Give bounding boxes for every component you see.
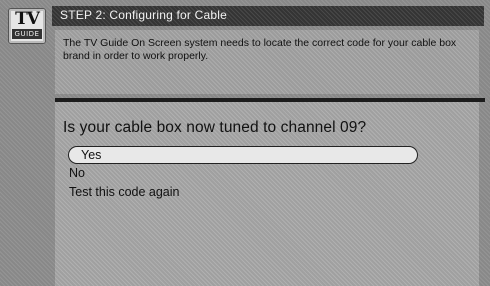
option-yes[interactable]: Yes [68,146,418,164]
info-text: The TV Guide On Screen system needs to l… [63,37,457,62]
question-text: Is your cable box now tuned to channel 0… [63,119,367,136]
logo-guide-text: GUIDE [12,29,42,39]
info-panel: The TV Guide On Screen system needs to l… [55,30,479,94]
logo-tv-text: TV [15,9,40,29]
tv-guide-logo: TV GUIDE [8,8,46,44]
tv-guide-setup-screen: TV GUIDE STEP 2: Configuring for Cable T… [0,0,490,286]
question-panel: Is your cable box now tuned to channel 0… [55,102,479,286]
option-no[interactable]: No [69,166,85,180]
title-bar: STEP 2: Configuring for Cable [52,6,484,26]
page-title: STEP 2: Configuring for Cable [60,8,227,22]
option-yes-label: Yes [81,148,102,162]
option-test-code-again[interactable]: Test this code again [69,185,180,199]
